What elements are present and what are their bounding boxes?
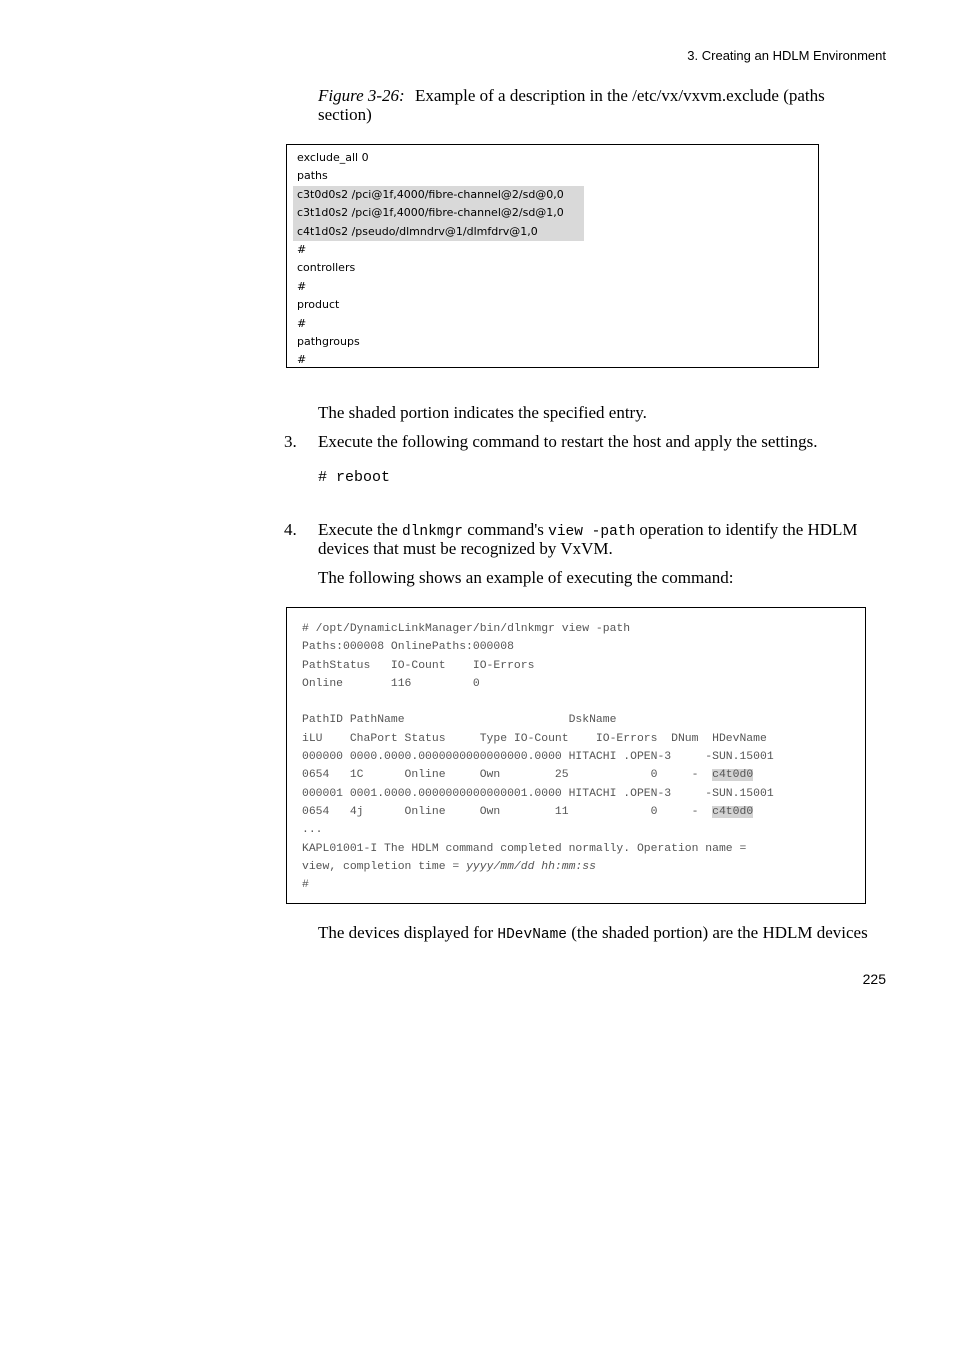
output-text: # — [302, 879, 309, 892]
output-text: 000000 0000.0000.0000000000000000.0000 H… — [302, 751, 774, 764]
step-4-text-part: Execute the — [318, 520, 403, 539]
step-4-text-part: command's — [462, 520, 549, 539]
output-line: Paths:000008 OnlinePaths:000008 — [302, 638, 774, 656]
output-line: ... — [302, 821, 774, 839]
hdevname-code: HDevName — [497, 927, 568, 943]
exclude-file-line: paths — [297, 169, 328, 183]
output-line: # /opt/DynamicLinkManager/bin/dlnkmgr vi… — [302, 620, 774, 638]
figure-caption: Figure 3-26: Example of a description in… — [318, 86, 878, 124]
exclude-file-line: # — [297, 279, 307, 293]
output-text: PathStatus IO-Count IO-Errors — [302, 659, 535, 672]
exclude-entry-shaded: c3t0d0s2 /pci@1f,4000/fibre-channel@2/sd… — [293, 185, 584, 205]
output-text: # /opt/DynamicLinkManager/bin/dlnkmgr vi… — [302, 623, 631, 635]
output-line: # — [302, 876, 774, 894]
output-line: view, completion time = yyyy/mm/dd hh:mm… — [302, 858, 774, 876]
exclude-file-lines: exclude_all 0 paths c3t0d0s2 /pci@1f,4000/… — [293, 149, 584, 370]
step-4-number: 4. — [284, 520, 297, 539]
output-line: Online 116 0 — [302, 675, 774, 693]
exclude-file-line: controllers — [297, 261, 356, 275]
final-text-part: (the shaded portion) are the HDLM device… — [567, 923, 868, 942]
shaded-note: The shaded portion indicates the specifi… — [318, 403, 647, 422]
output-text: 0654 4j Online Own 11 0 - — [302, 805, 713, 818]
exclude-file-line: # — [297, 353, 307, 367]
output-line: 0654 4j Online Own 11 0 - c4t0d0 — [302, 803, 774, 821]
exclude-file-line: product — [297, 298, 340, 312]
output-text: Online 116 0 — [302, 677, 480, 690]
step-3-text: Execute the following command to restart… — [318, 432, 818, 451]
command-output-lines: # /opt/DynamicLinkManager/bin/dlnkmgr vi… — [302, 620, 774, 894]
output-line: PathID PathName DskName — [302, 711, 774, 729]
output-text: iLU ChaPort Status Type IO-Count IO-Erro… — [302, 732, 767, 745]
step-3-number: 3. — [284, 432, 297, 451]
step-4-text-line2: devices that must be recognized by VxVM. — [318, 539, 613, 558]
output-text: ... — [302, 824, 323, 837]
exclude-file-line: exclude_all 0 — [297, 151, 369, 164]
final-text: The devices displayed for HDevName (the … — [318, 923, 868, 945]
output-line: 000001 0001.0000.0000000000000001.0000 H… — [302, 785, 774, 803]
output-line: 0654 1C Online Own 25 0 - c4t0d0 — [302, 766, 774, 784]
dlnkmgr-code: dlnkmgr — [402, 524, 463, 540]
output-line: KAPL01001-I The HDLM command completed n… — [302, 840, 774, 858]
output-line: 000000 0000.0000.0000000000000000.0000 H… — [302, 748, 774, 766]
output-line: PathStatus IO-Count IO-Errors — [302, 657, 774, 675]
output-text: KAPL01001-I The HDLM command completed n… — [302, 842, 747, 855]
view-path-code: view -path — [548, 524, 636, 540]
hdevname-shaded: c4t0d0 — [712, 805, 754, 818]
output-line: iLU ChaPort Status Type IO-Count IO-Erro… — [302, 730, 774, 748]
reboot-command: # reboot — [318, 469, 391, 486]
exclude-entry-shaded: c3t1d0s2 /pci@1f,4000/fibre-channel@2/sd… — [293, 204, 584, 223]
exclude-file-line: # — [297, 242, 307, 256]
exclude-file-line: pathgroups — [297, 334, 360, 348]
exclude-file-example: exclude_all 0 paths c3t0d0s2 /pci@1f,4000/… — [286, 144, 819, 368]
page-number: 225 — [862, 971, 886, 987]
output-text: 000001 0001.0000.0000000000000001.0000 H… — [302, 787, 774, 800]
exclude-file-line: # — [297, 316, 307, 330]
output-text: 0654 1C Online Own 25 0 - — [302, 769, 713, 782]
example-intro: The following shows an example of execut… — [318, 568, 734, 587]
timestamp-placeholder: yyyy/mm/dd hh:mm:ss — [466, 860, 596, 873]
figure-label: Figure 3-26: — [318, 86, 405, 105]
running-header: 3. Creating an HDLM Environment — [687, 48, 886, 63]
command-output-example: # /opt/DynamicLinkManager/bin/dlnkmgr vi… — [286, 607, 866, 904]
final-text-part: The devices displayed for — [318, 923, 498, 942]
exclude-entry-shaded: c4t1d0s2 /pseudo/dlmndrv@1/dlmfdrv@1,0 — [293, 222, 584, 241]
step-4-text-part: operation to identify the HDLM — [635, 520, 858, 539]
output-line — [302, 693, 774, 711]
output-text: Paths:000008 OnlinePaths:000008 — [302, 641, 514, 654]
hdevname-shaded: c4t0d0 — [712, 769, 754, 782]
output-text: PathID PathName DskName — [302, 714, 617, 727]
output-text: view, completion time = — [302, 860, 467, 873]
